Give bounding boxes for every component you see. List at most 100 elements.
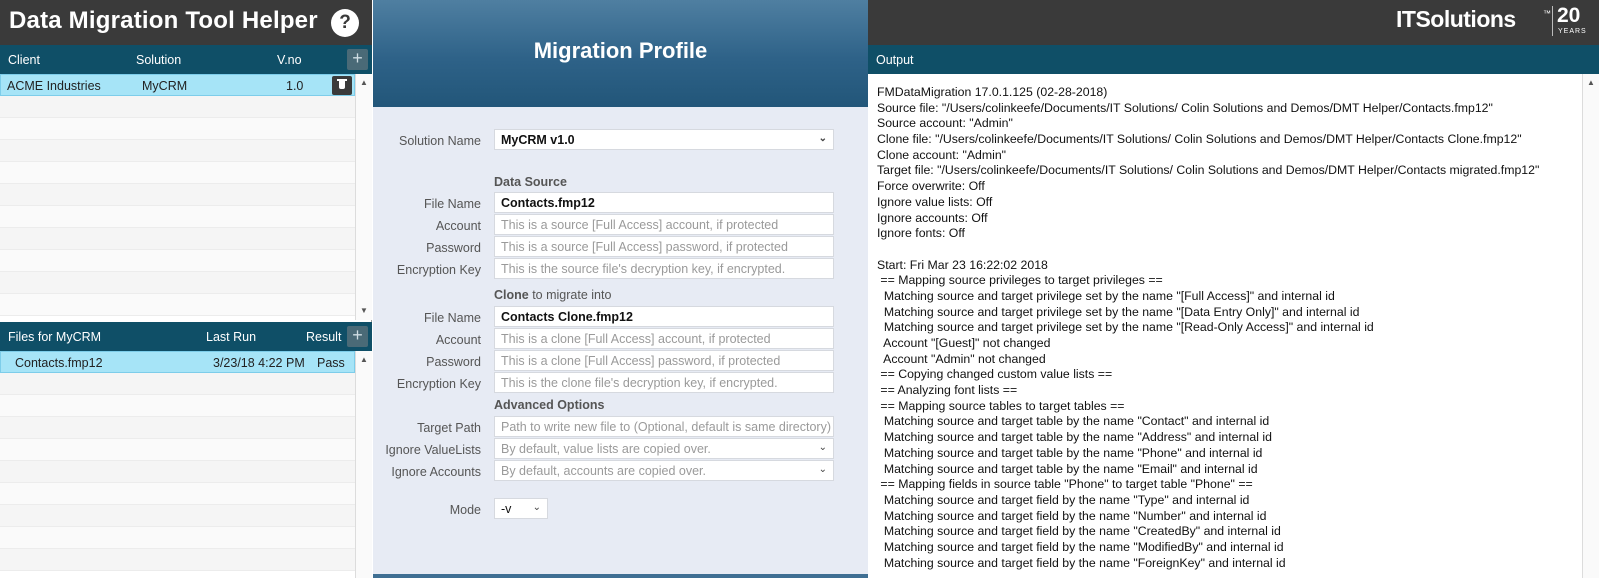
brand-years-label: YEARS (1558, 28, 1587, 35)
clone-file-name-label: File Name (424, 311, 481, 325)
clone-encryption-key-field[interactable]: This is the clone file's decryption key,… (494, 372, 834, 393)
file-row[interactable]: Contacts.fmp12 3/23/18 4:22 PM Pass (0, 351, 355, 373)
trademark-icon: ™ (1543, 9, 1551, 18)
version-number: 1.0 (286, 79, 304, 93)
clone-account-label: Account (435, 333, 481, 347)
solution-name: MyCRM (142, 79, 188, 93)
scroll-up-icon[interactable]: ▲ (1587, 78, 1595, 87)
source-file-name-field[interactable]: Contacts.fmp12 (494, 192, 834, 213)
advanced-options-section-title: Advanced Options (494, 398, 605, 412)
output-line: FMDataMigration 17.0.1.125 (02-28-2018) (877, 85, 1108, 99)
output-line: Source file: "/Users/colinkeefe/Document… (877, 100, 1493, 115)
output-line: Ignore value lists: Off (877, 194, 993, 209)
ignore-accounts-value: By default, accounts are copied over. (501, 464, 706, 478)
files-title: Files for MyCRM (8, 330, 102, 344)
output-line: Start: Fri Mar 23 16:22:02 2018 (877, 257, 1048, 272)
target-path-field[interactable]: Path to write new file to (Optional, def… (494, 416, 834, 437)
solution-name-label: Solution Name (399, 134, 481, 148)
files-scrollbar[interactable]: ▲ (355, 351, 372, 578)
clone-file-name-field[interactable]: Contacts Clone.fmp12 (494, 306, 834, 327)
clone-section-rest: to migrate into (528, 288, 612, 302)
clients-list: ACME Industries MyCRM 1.0 (0, 74, 355, 320)
add-client-button[interactable]: + (347, 49, 368, 70)
clone-password-field[interactable]: This is a clone [Full Access] password, … (494, 350, 834, 371)
output-line: Source account: "Admin" (877, 116, 1013, 131)
client-row[interactable]: ACME Industries MyCRM 1.0 (0, 74, 355, 96)
empty-row (0, 483, 355, 505)
output-line: Matching source and target field by the … (877, 555, 1286, 570)
output-line: Matching source and target field by the … (877, 524, 1281, 539)
brand-bar: ITSolutions ™ 20 YEARS (868, 0, 1599, 45)
profile-header: Migration Profile (373, 0, 868, 107)
empty-row (0, 373, 355, 395)
output-line: == Mapping source tables to target table… (877, 398, 1125, 413)
output-line: Clone file: "/Users/colinkeefe/Documents… (877, 132, 1522, 147)
source-account-field[interactable]: This is a source [Full Access] account, … (494, 214, 834, 235)
output-line: == Copying changed custom value lists == (877, 367, 1113, 382)
output-line: Matching source and target privilege set… (877, 304, 1360, 319)
empty-row (0, 417, 355, 439)
help-button[interactable]: ? (331, 9, 359, 37)
brand-years-number: 20 (1557, 4, 1581, 27)
data-source-section-title: Data Source (494, 175, 567, 189)
empty-row (0, 439, 355, 461)
chevron-down-icon: ⌄ (532, 502, 541, 513)
output-line: == Analyzing font lists == (877, 383, 1018, 398)
scroll-up-icon[interactable]: ▲ (360, 78, 368, 87)
solution-name-value: MyCRM v1.0 (501, 133, 575, 147)
ignore-accounts-label: Ignore Accounts (391, 465, 481, 479)
empty-row (0, 395, 355, 417)
output-line: Force overwrite: Off (877, 179, 985, 194)
output-line: Account "Admin" not changed (877, 351, 1046, 366)
output-line: Matching source and target field by the … (877, 508, 1267, 523)
output-line: Matching source and target field by the … (877, 539, 1284, 554)
client-name: ACME Industries (7, 79, 101, 93)
files-list: Contacts.fmp12 3/23/18 4:22 PM Pass (0, 351, 355, 578)
version-column-header[interactable]: V.no (277, 53, 302, 67)
scroll-up-icon[interactable]: ▲ (360, 355, 368, 364)
scroll-down-icon[interactable]: ▼ (360, 306, 368, 315)
clone-section-title: Clone to migrate into (494, 288, 611, 302)
solution-name-select[interactable]: MyCRM v1.0 ⌄ (494, 129, 834, 150)
output-line: Account "[Guest]" not changed (877, 336, 1051, 350)
output-line: Ignore accounts: Off (877, 210, 988, 225)
empty-row (0, 184, 355, 206)
source-account-label: Account (435, 219, 481, 233)
clients-header: Client Solution V.no + (0, 45, 372, 74)
output-scrollbar[interactable]: ▲ (1582, 74, 1599, 578)
clone-account-field[interactable]: This is a clone [Full Access] account, i… (494, 328, 834, 349)
last-run-column-header[interactable]: Last Run (206, 330, 256, 344)
solution-column-header[interactable]: Solution (136, 53, 181, 67)
add-file-button[interactable]: + (347, 326, 368, 347)
mode-select[interactable]: -v ⌄ (494, 498, 548, 519)
target-path-label: Target Path (417, 421, 481, 435)
empty-row (0, 118, 355, 140)
output-log[interactable]: FMDataMigration 17.0.1.125 (02-28-2018) S… (868, 74, 1582, 578)
empty-row (0, 250, 355, 272)
delete-client-icon[interactable] (332, 76, 352, 95)
source-encryption-key-label: Encryption Key (396, 263, 481, 277)
clone-encryption-key-label: Encryption Key (396, 377, 481, 391)
output-line: Matching source and target table by the … (877, 414, 1270, 429)
source-encryption-key-field[interactable]: This is the source file's decryption key… (494, 258, 834, 279)
app-title: Data Migration Tool Helper (9, 7, 318, 34)
ignore-value-lists-select[interactable]: By default, value lists are copied over.… (494, 438, 834, 459)
chevron-down-icon: ⌄ (818, 464, 827, 475)
clients-scrollbar[interactable]: ▲ ▼ (355, 74, 372, 320)
source-password-field[interactable]: This is a source [Full Access] password,… (494, 236, 834, 257)
output-line: == Mapping fields in source table "Phone… (877, 477, 1253, 492)
output-line: Matching source and target table by the … (877, 461, 1258, 476)
left-panel: Data Migration Tool Helper ? Client Solu… (0, 0, 372, 578)
output-line: Clone account: "Admin" (877, 147, 1007, 162)
output-line: Ignore fonts: Off (877, 226, 965, 241)
output-line: Matching source and target table by the … (877, 445, 1263, 460)
migration-profile-panel: Migration Profile Solution Name File Nam… (373, 0, 868, 578)
client-column-header[interactable]: Client (8, 53, 40, 67)
output-line: Target file: "/Users/colinkeefe/Document… (877, 163, 1540, 178)
empty-row (0, 272, 355, 294)
source-password-label: Password (426, 241, 481, 255)
result-column-header[interactable]: Result (306, 330, 341, 344)
empty-row (0, 294, 355, 316)
output-line: Matching source and target privilege set… (877, 320, 1374, 335)
ignore-accounts-select[interactable]: By default, accounts are copied over. ⌄ (494, 460, 834, 481)
